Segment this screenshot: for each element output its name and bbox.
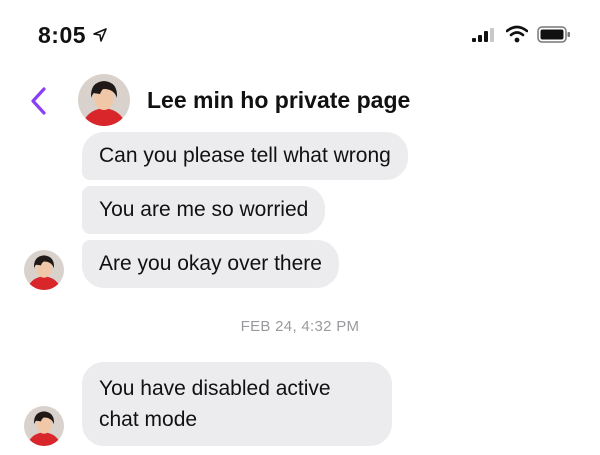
avatar-image xyxy=(24,406,64,446)
sender-avatar[interactable] xyxy=(24,406,64,446)
contact-avatar[interactable] xyxy=(78,74,130,126)
message-timestamp: FEB 24, 4:32 PM xyxy=(240,318,360,335)
battery-icon xyxy=(537,26,570,43)
sender-avatar[interactable] xyxy=(24,250,64,290)
wifi-icon xyxy=(506,25,528,43)
status-bar: 8:05 xyxy=(0,0,600,70)
location-arrow-icon xyxy=(93,28,107,42)
message-bubble[interactable]: Can you please tell what wrong xyxy=(82,132,408,180)
conversation-title[interactable]: Lee min ho private page xyxy=(147,87,410,114)
status-time: 8:05 xyxy=(38,22,87,48)
signal-icon xyxy=(472,28,494,42)
message-bubble[interactable]: You are me so worried xyxy=(82,186,326,234)
chat-header: Lee min ho private page xyxy=(0,70,600,130)
avatar-image xyxy=(24,250,64,290)
message-bubble[interactable]: Are you okay over there xyxy=(82,240,339,288)
message-bubble[interactable]: You have disabled active chat mode xyxy=(82,362,392,446)
back-chevron-icon[interactable] xyxy=(28,86,50,116)
avatar-image xyxy=(78,74,130,126)
